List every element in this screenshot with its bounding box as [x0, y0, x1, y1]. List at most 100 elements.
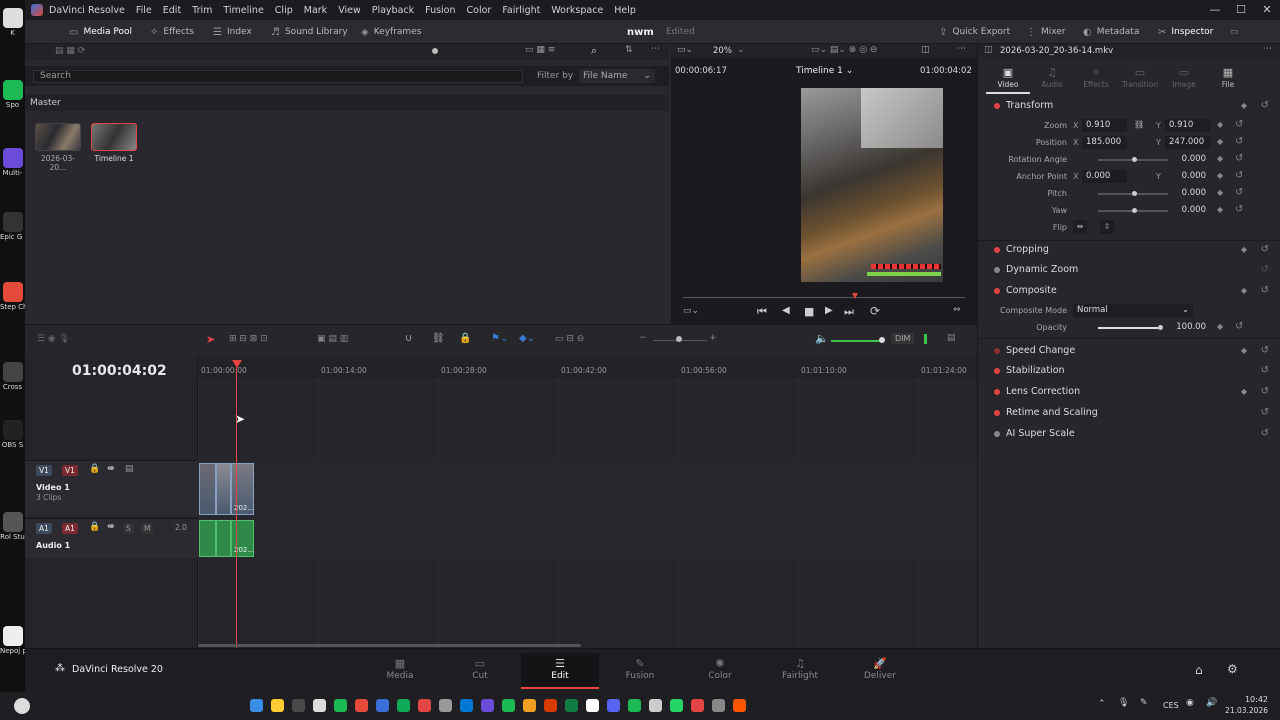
- chevron-up-icon[interactable]: ⌃: [1098, 699, 1106, 709]
- enable-toggle-icon[interactable]: [994, 347, 1000, 354]
- clip-thumbnail-video[interactable]: 2026-03-20...: [34, 123, 82, 172]
- menu-item-playback[interactable]: Playback: [372, 5, 414, 16]
- cinema-viewer-icon[interactable]: ⇔: [953, 305, 961, 315]
- tab-audio[interactable]: ♫ Audio: [1030, 66, 1074, 89]
- playhead[interactable]: [236, 364, 237, 648]
- tab-file[interactable]: ▦ File: [1206, 66, 1250, 89]
- more-options-icon[interactable]: ⋯: [957, 44, 966, 54]
- keyframe-icon[interactable]: ◆: [1217, 322, 1223, 331]
- dual-viewer-icon[interactable]: ◫: [921, 45, 930, 55]
- section-transform[interactable]: Transform ◆ ↺: [978, 96, 1280, 115]
- section-composite[interactable]: Composite ◆ ↺: [978, 281, 1280, 300]
- list-view-icon[interactable]: ▤ ▦ ⟳: [55, 46, 85, 56]
- keyframe-icon[interactable]: ◆: [1241, 346, 1247, 355]
- page-color[interactable]: ✺ Color: [690, 657, 750, 681]
- page-media[interactable]: ▦ Media: [370, 657, 430, 681]
- tab-video[interactable]: ▣ Video: [986, 66, 1030, 89]
- opacity-slider[interactable]: [1098, 325, 1163, 330]
- marker-icon[interactable]: ◆⌄: [519, 333, 535, 344]
- taskbar-app-icon[interactable]: [628, 699, 641, 712]
- search-icon[interactable]: ⌕: [591, 44, 597, 58]
- anchor-y-field[interactable]: 0.000: [1165, 170, 1210, 183]
- position-x-field[interactable]: 185.000: [1082, 136, 1127, 149]
- keyframe-icon[interactable]: ◆: [1217, 137, 1223, 146]
- play-reverse-icon[interactable]: ◀: [782, 305, 790, 316]
- loop-icon[interactable]: ⟳: [870, 304, 880, 318]
- taskbar-app-icon[interactable]: [292, 699, 305, 712]
- more-options-icon[interactable]: ⋯: [1263, 44, 1272, 54]
- section-dynamic-zoom[interactable]: Dynamic Zoom ↺: [978, 260, 1280, 279]
- taskbar-app-icon[interactable]: [733, 699, 746, 712]
- maximize-icon[interactable]: ☐: [1228, 0, 1254, 20]
- inspector-button[interactable]: ✂ Inspector: [1158, 20, 1213, 44]
- keyframe-icon[interactable]: ◆: [1241, 101, 1247, 110]
- menu-item-davinci-resolve[interactable]: DaVinci Resolve: [49, 5, 125, 16]
- track-name[interactable]: Audio 1: [36, 541, 70, 550]
- timeline-view-options-icon[interactable]: ☰ ◉ 🎙: [37, 334, 70, 344]
- lock-icon[interactable]: 🔒: [89, 464, 100, 474]
- menu-item-fusion[interactable]: Fusion: [425, 5, 455, 16]
- desktop-shortcut[interactable]: Cross: [0, 362, 25, 391]
- search-input[interactable]: Search: [33, 70, 523, 83]
- zoom-x-field[interactable]: 0.910: [1082, 119, 1127, 132]
- taskbar-app-icon[interactable]: [502, 699, 515, 712]
- section-stabilization[interactable]: Stabilization ↺: [978, 361, 1280, 380]
- keyframe-icon[interactable]: ◆: [1217, 205, 1223, 214]
- section-retime-scaling[interactable]: Retime and Scaling ↺: [978, 403, 1280, 422]
- track-target-v1[interactable]: V1: [36, 465, 52, 476]
- zoom-modes-icons[interactable]: ▭ ⊟ ⊖: [555, 334, 584, 344]
- auto-select-icon[interactable]: ⇼: [107, 464, 115, 474]
- audio-clip[interactable]: [199, 520, 216, 557]
- reset-icon[interactable]: ↺: [1235, 136, 1243, 147]
- clock-date[interactable]: 21.03.2026: [1222, 706, 1268, 715]
- taskbar-app-icon[interactable]: [691, 699, 704, 712]
- keyframe-icon[interactable]: ◆: [1241, 286, 1247, 295]
- page-cut[interactable]: ▭ Cut: [450, 657, 510, 681]
- lock-icon[interactable]: 🔒: [459, 333, 471, 344]
- volume-slider-handle[interactable]: [879, 337, 885, 343]
- pitch-field[interactable]: 0.000: [1165, 187, 1210, 200]
- reset-icon[interactable]: ↺: [1261, 264, 1269, 275]
- taskbar-app-icon[interactable]: [523, 699, 536, 712]
- enable-toggle-icon[interactable]: [994, 246, 1000, 253]
- menu-item-file[interactable]: File: [136, 5, 152, 16]
- dim-button[interactable]: DIM: [891, 333, 915, 344]
- scrubber-track[interactable]: [683, 297, 965, 298]
- skip-end-icon[interactable]: ⏭: [844, 305, 854, 319]
- microphone-icon[interactable]: 🎙: [1118, 698, 1129, 708]
- section-speed-change[interactable]: Speed Change ◆ ↺: [978, 341, 1280, 360]
- enable-toggle-icon[interactable]: [994, 409, 1000, 416]
- reset-icon[interactable]: ↺: [1261, 428, 1269, 439]
- play-icon[interactable]: ▶: [825, 305, 833, 316]
- composite-mode-select[interactable]: Normal ⌄: [1073, 304, 1193, 317]
- close-icon[interactable]: ✕: [1254, 0, 1280, 20]
- menu-item-mark[interactable]: Mark: [304, 5, 327, 16]
- tab-image[interactable]: ▭ Image: [1162, 66, 1206, 89]
- flip-vertical-icon[interactable]: ⇳: [1100, 220, 1114, 234]
- desktop-shortcut[interactable]: OBS S: [0, 420, 25, 449]
- network-icon[interactable]: ◉: [1186, 698, 1194, 708]
- track-name[interactable]: Video 1: [36, 483, 70, 492]
- minimize-icon[interactable]: —: [1202, 0, 1228, 20]
- media-pool-button[interactable]: ▭ Media Pool: [69, 20, 132, 44]
- enable-toggle-icon[interactable]: [994, 266, 1000, 273]
- link-icon[interactable]: ⛓: [432, 333, 445, 344]
- taskbar-app-icon[interactable]: [544, 699, 557, 712]
- menu-item-color[interactable]: Color: [467, 5, 492, 16]
- taskbar-app-icon[interactable]: [418, 699, 431, 712]
- taskbar-app-icon[interactable]: [439, 699, 452, 712]
- reset-icon[interactable]: ↺: [1261, 100, 1269, 111]
- reset-icon[interactable]: ↺: [1261, 285, 1269, 296]
- reset-icon[interactable]: ↺: [1235, 321, 1243, 332]
- enable-toggle-icon[interactable]: [994, 367, 1000, 374]
- timeline-selector[interactable]: Timeline 1 ⌄: [796, 66, 853, 76]
- video-clip[interactable]: [199, 463, 216, 515]
- timeline-scrollbar[interactable]: [198, 644, 581, 647]
- match-frame-icon[interactable]: ▭⌄: [683, 306, 699, 316]
- keyframe-icon[interactable]: ◆: [1217, 120, 1223, 129]
- skip-start-icon[interactable]: ⏮: [757, 305, 767, 319]
- desktop-shortcut[interactable]: Nepoj proje: [0, 626, 25, 655]
- scrubber-playhead[interactable]: [852, 293, 858, 299]
- edit-tools-icons[interactable]: ⊞ ⊟ ⊠ ⊡: [229, 334, 268, 344]
- clock-time[interactable]: 10:42: [1228, 695, 1268, 704]
